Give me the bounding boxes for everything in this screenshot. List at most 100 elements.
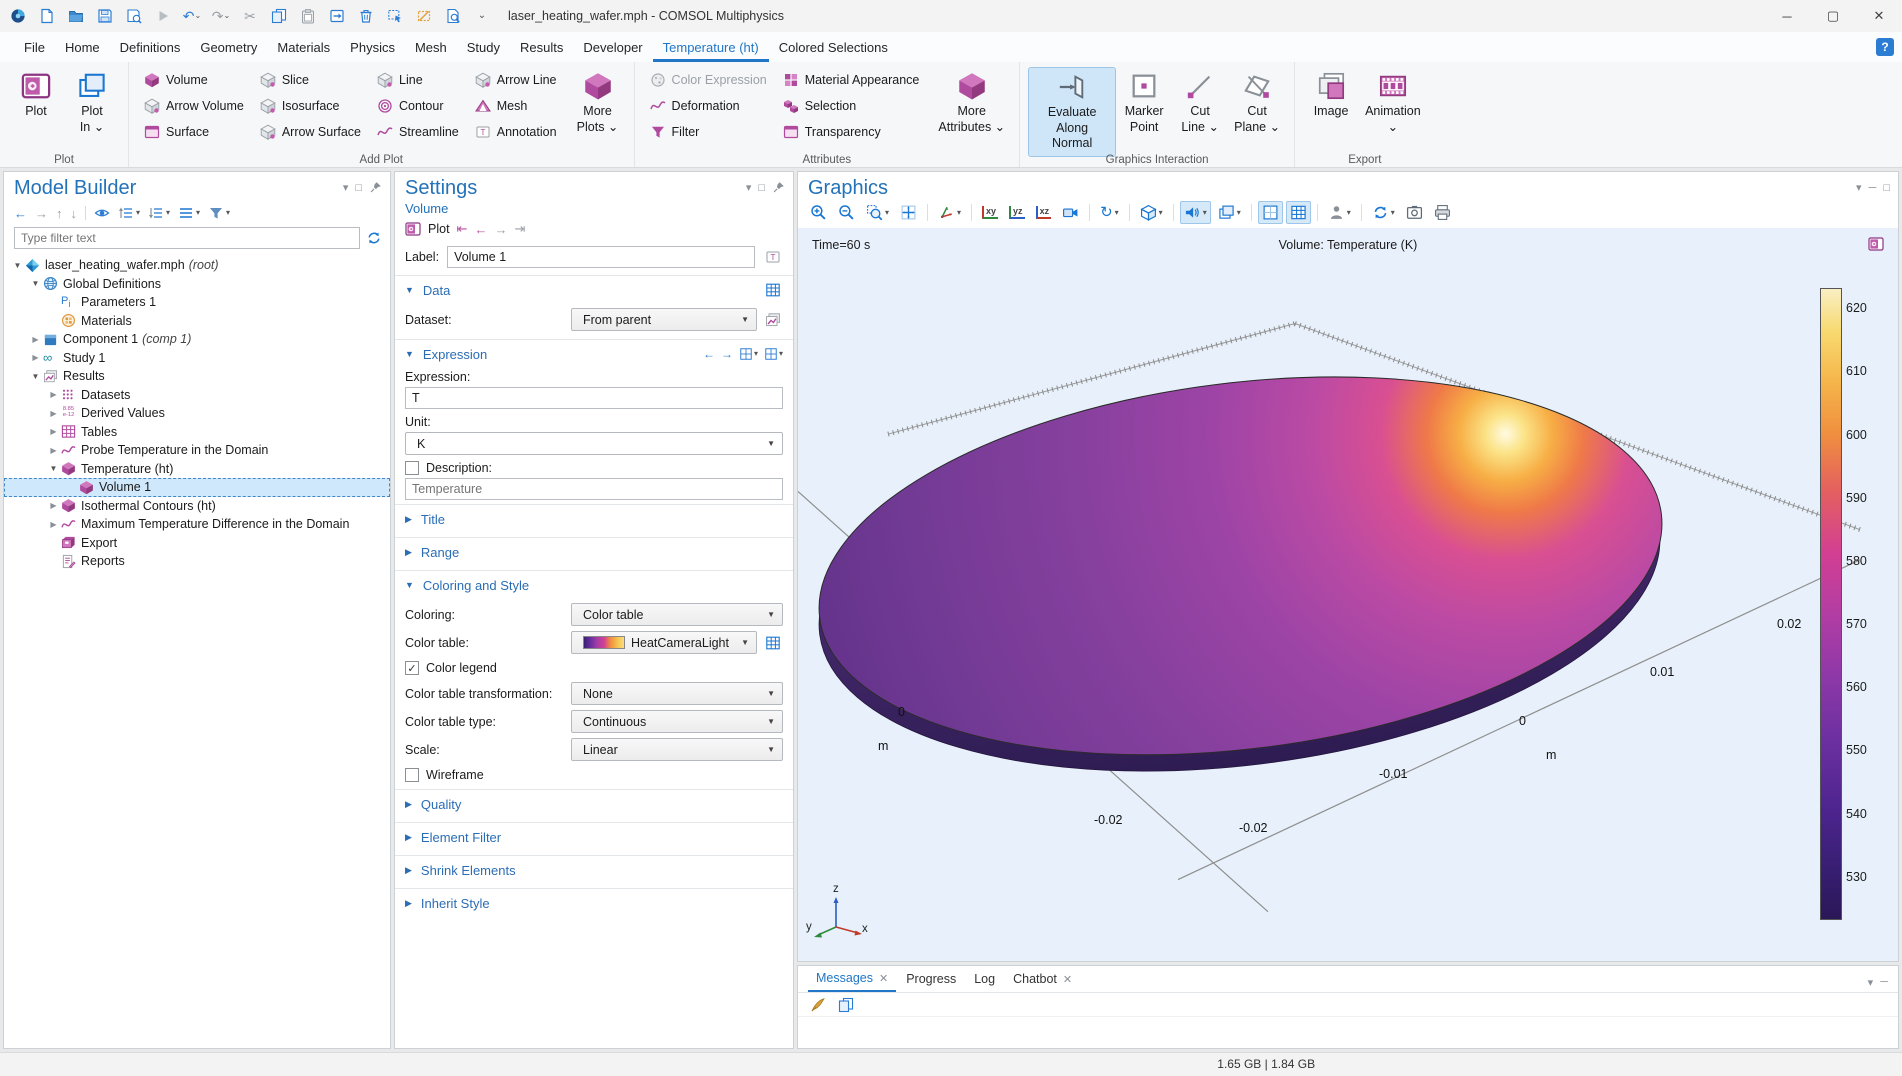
expression-input[interactable] [405, 387, 783, 409]
dataset-select[interactable]: From parent ▼ [571, 308, 757, 331]
section-element-filter[interactable]: ▶ Element Filter [395, 822, 793, 851]
material-appearance-button[interactable]: Material Appearance [776, 67, 927, 93]
selection-button[interactable]: Selection [776, 93, 927, 119]
insert-expression-button[interactable]: ▾ [739, 347, 758, 361]
undo-icon[interactable]: ↶⌄ [182, 6, 202, 26]
maximize-button[interactable]: ▢ [1810, 0, 1856, 32]
refresh-icon[interactable] [366, 230, 382, 246]
axis-orientation-icon[interactable]: ▾ [934, 201, 965, 224]
open-file-icon[interactable] [66, 6, 86, 26]
scene-light-icon[interactable]: ▾ [1136, 201, 1167, 224]
nav-down-icon[interactable]: ↓ [71, 206, 78, 221]
section-expression[interactable]: ▼ Expression ← → ▾ ▾ [395, 339, 793, 368]
tab-colored-selections[interactable]: Colored Selections [769, 32, 898, 62]
tab-results[interactable]: Results [510, 32, 573, 62]
tree-item-tables[interactable]: ▶Tables [4, 423, 390, 442]
cut-icon[interactable]: ✂ [240, 6, 260, 26]
contour-button[interactable]: Contour [370, 93, 466, 119]
tree-item-reports[interactable]: Reports [4, 552, 390, 571]
more-plots-button[interactable]: More Plots ⌄ [570, 67, 626, 139]
save-preview-icon[interactable] [124, 6, 144, 26]
nav-up-icon[interactable]: ↑ [56, 206, 63, 221]
transparency-button[interactable]: Transparency [776, 119, 927, 145]
save-icon[interactable] [95, 6, 115, 26]
section-inherit-style[interactable]: ▶ Inherit Style [395, 888, 793, 917]
expression-back-icon[interactable]: ← [703, 347, 715, 361]
marker-point-button[interactable]: Marker Point [1116, 67, 1172, 139]
panel-menu-chevron-icon[interactable]: ▾ [1868, 976, 1874, 989]
tab-mesh[interactable]: Mesh [405, 32, 457, 62]
tab-geometry[interactable]: Geometry [190, 32, 267, 62]
graphics-canvas[interactable]: Time=60 s Volume: Temperature (K) [798, 228, 1898, 961]
expression-forward-icon[interactable]: → [721, 347, 733, 361]
expander-closed-icon[interactable]: ▶ [46, 446, 61, 455]
slice-button[interactable]: Slice [253, 67, 368, 93]
deformation-button[interactable]: Deformation [643, 93, 774, 119]
tab-definitions[interactable]: Definitions [110, 32, 191, 62]
tab-materials[interactable]: Materials [267, 32, 340, 62]
select-box-icon[interactable] [385, 6, 405, 26]
color-table-type-select[interactable]: Continuous▼ [571, 710, 783, 733]
copy-messages-icon[interactable] [836, 995, 856, 1015]
filter-button[interactable]: Filter [643, 119, 774, 145]
scale-select[interactable]: Linear▼ [571, 738, 783, 761]
cut-line-button[interactable]: Cut Line ⌄ [1172, 67, 1228, 139]
tree-item-volume-1[interactable]: Volume 1 [4, 478, 390, 497]
show-eye-icon[interactable] [94, 205, 110, 221]
replace-expression-button[interactable]: ▾ [764, 347, 783, 361]
print-icon[interactable] [1430, 201, 1455, 224]
last-plot-icon[interactable]: ⇥ [514, 221, 525, 237]
wireframe-checkbox[interactable] [405, 768, 419, 782]
tab-study[interactable]: Study [457, 32, 510, 62]
mesh-button[interactable]: Mesh [468, 93, 564, 119]
settings-plot-button[interactable]: Plot [428, 222, 450, 236]
nav-forward-icon[interactable]: → [35, 206, 48, 221]
show-legends-icon[interactable] [1286, 201, 1311, 224]
image-button[interactable]: Image [1303, 67, 1359, 124]
next-plot-icon[interactable]: → [494, 222, 507, 237]
tab-temperature-ht[interactable]: Temperature (ht) [653, 32, 769, 62]
panel-pin-icon[interactable] [772, 181, 785, 194]
tree-item-temperature-ht[interactable]: ▼Temperature (ht) [4, 460, 390, 479]
tab-developer[interactable]: Developer [573, 32, 652, 62]
tree-item-study-1[interactable]: ▶∞Study 1 [4, 349, 390, 368]
tree-item-max-temp-difference[interactable]: ▶Maximum Temperature Difference in the D… [4, 515, 390, 534]
color-table-transformation-select[interactable]: None▼ [571, 682, 783, 705]
help-icon[interactable]: ? [1876, 38, 1894, 56]
tab-file[interactable]: File [14, 32, 55, 62]
new-file-icon[interactable] [37, 6, 57, 26]
go-to-xy-view-icon[interactable]: xy [978, 203, 1002, 222]
panel-menu-chevron-icon[interactable]: ▾ [1856, 181, 1862, 194]
zoom-in-icon[interactable] [806, 201, 831, 224]
paste-icon[interactable] [298, 6, 318, 26]
rename-icon[interactable] [763, 247, 783, 267]
animation-button[interactable]: Animation ⌄ [1359, 67, 1427, 139]
surface-button[interactable]: Surface [137, 119, 251, 145]
description-input[interactable] [405, 478, 783, 500]
arrow-volume-button[interactable]: Arrow Volume [137, 93, 251, 119]
tree-item-export[interactable]: Export [4, 534, 390, 553]
line-button[interactable]: Line [370, 67, 466, 93]
messages-content[interactable] [798, 1017, 1898, 1048]
redo-icon[interactable]: ↷⌄ [211, 6, 231, 26]
tree-item-probe-temperature[interactable]: ▶Probe Temperature in the Domain [4, 441, 390, 460]
expander-closed-icon[interactable]: ▶ [28, 353, 43, 362]
expander-closed-icon[interactable]: ▶ [46, 520, 61, 529]
tree-item-results[interactable]: ▼Results [4, 367, 390, 386]
first-person-view-icon[interactable]: ▾ [1324, 201, 1355, 224]
duplicate-icon[interactable] [327, 6, 347, 26]
tab-chatbot[interactable]: Chatbot✕ [1005, 966, 1080, 992]
volume-button[interactable]: Volume [137, 67, 251, 93]
more-attributes-button[interactable]: More Attributes ⌄ [932, 67, 1011, 139]
toolbar-overflow-icon[interactable]: ⌄ [472, 6, 492, 26]
panel-pin-icon[interactable] [369, 181, 382, 194]
panel-menu-chevron-icon[interactable]: ▾ [343, 181, 349, 194]
zoom-out-icon[interactable] [834, 201, 859, 224]
arrow-surface-button[interactable]: Arrow Surface [253, 119, 368, 145]
go-to-source-icon[interactable] [763, 310, 783, 330]
tree-item-parameters[interactable]: PiParameters 1 [4, 293, 390, 312]
coloring-select[interactable]: Color table▼ [571, 603, 783, 626]
tree-filter-button[interactable]: ▾ [208, 205, 230, 221]
tab-log[interactable]: Log [966, 966, 1003, 992]
label-input[interactable] [447, 246, 755, 268]
